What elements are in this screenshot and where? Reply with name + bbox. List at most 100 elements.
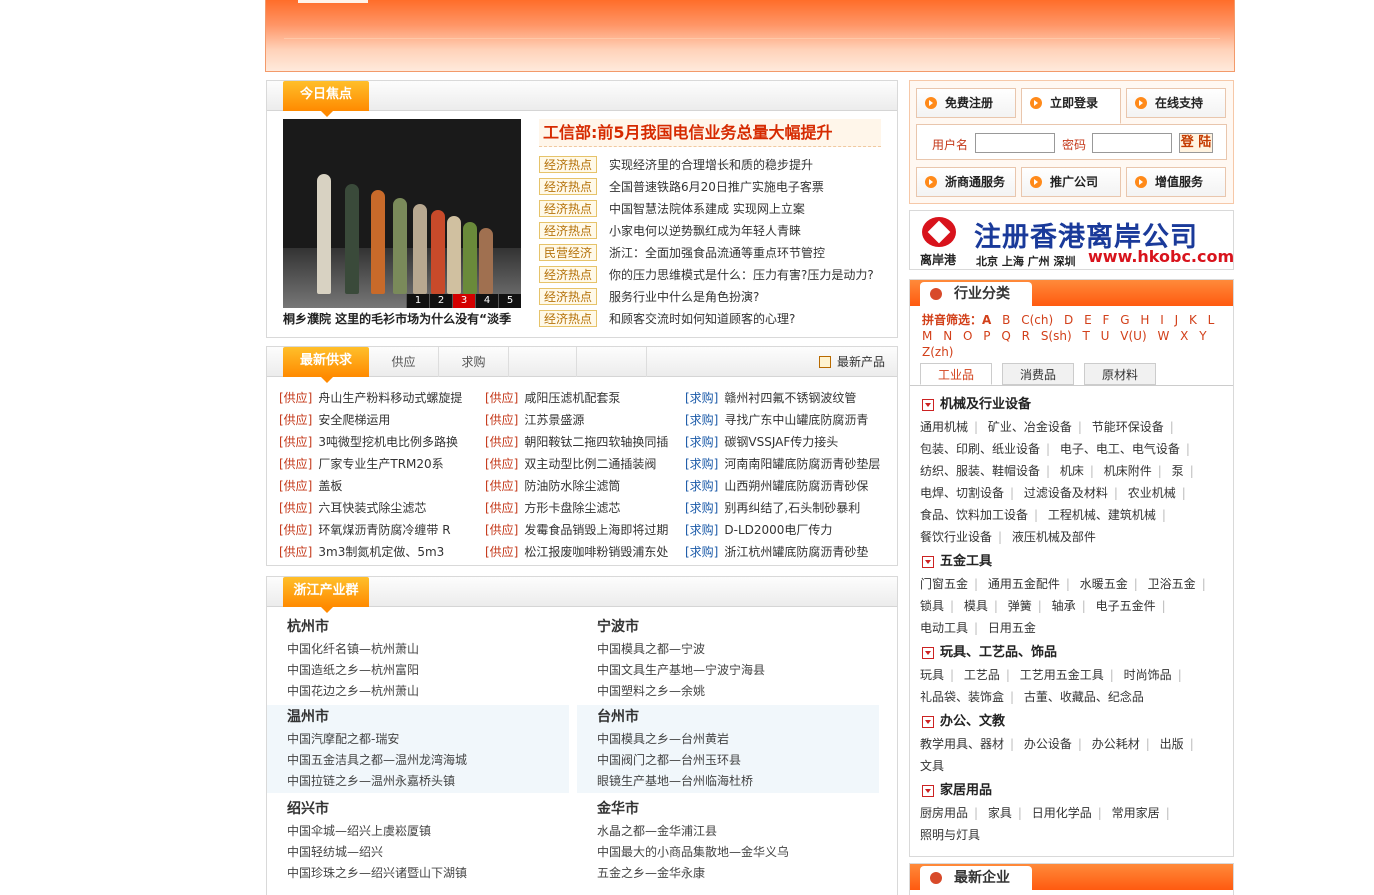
- pager-3[interactable]: 3: [452, 294, 475, 308]
- city-name[interactable]: 杭州市: [287, 615, 569, 639]
- city-name[interactable]: 绍兴市: [287, 797, 569, 821]
- pinyin-letter[interactable]: W: [1157, 329, 1169, 343]
- supply-tag[interactable]: [供应]: [485, 501, 518, 515]
- login-tab-button[interactable]: 立即登录: [1021, 88, 1121, 124]
- category-link[interactable]: 水暖五金: [1080, 577, 1128, 591]
- pager-2[interactable]: 2: [429, 294, 452, 308]
- city-cluster-link[interactable]: 中国造纸之乡—杭州富阳: [287, 660, 569, 681]
- news-tag[interactable]: 经济热点: [539, 222, 597, 239]
- pinyin-letter[interactable]: D: [1064, 313, 1073, 327]
- pinyin-letter[interactable]: X: [1180, 329, 1188, 343]
- photo-caption[interactable]: 桐乡濮院 这里的毛衫市场为什么没有“淡季: [283, 310, 521, 327]
- category-link[interactable]: 食品、饮料加工设备: [920, 508, 1028, 522]
- supply-tag[interactable]: [供应]: [279, 501, 312, 515]
- city-cluster-link[interactable]: 中国珍珠之乡—绍兴诸暨山下湖镇: [287, 863, 569, 884]
- pinyin-letter[interactable]: F: [1102, 313, 1109, 327]
- category-link[interactable]: 模具: [964, 599, 988, 613]
- promote-company-button[interactable]: 推广公司: [1021, 167, 1121, 197]
- supply-tag[interactable]: [供应]: [279, 479, 312, 493]
- supply-tag[interactable]: [供应]: [485, 523, 518, 537]
- pinyin-letter[interactable]: O: [963, 329, 972, 343]
- supply-title[interactable]: 3吨微型挖机电比例多路换: [318, 435, 458, 449]
- tab-consumer[interactable]: 消费品: [1002, 363, 1074, 385]
- pinyin-letter[interactable]: A: [982, 313, 991, 327]
- news-tag[interactable]: 经济热点: [539, 266, 597, 283]
- category-link[interactable]: 古董、收藏品、纪念品: [1024, 690, 1144, 704]
- pinyin-letter[interactable]: U: [1101, 329, 1110, 343]
- cluster-tab[interactable]: 浙江产业群: [283, 577, 369, 613]
- news-title[interactable]: 你的压力思维模式是什么：压力有害?压力是动力?: [609, 264, 874, 286]
- category-link[interactable]: 工艺用五金工具: [1020, 668, 1104, 682]
- category-link[interactable]: 餐饮行业设备: [920, 530, 992, 544]
- category-title[interactable]: 家居用品: [920, 780, 1226, 802]
- password-input[interactable]: [1092, 133, 1172, 153]
- city-cluster-link[interactable]: 中国拉链之乡—温州永嘉桥头镇: [287, 771, 569, 792]
- today-focus-tab[interactable]: 今日焦点: [283, 81, 369, 117]
- category-link[interactable]: 纺织、服装、鞋帽设备: [920, 464, 1040, 478]
- supply-tag[interactable]: [供应]: [485, 413, 518, 427]
- tab-supply[interactable]: 供应: [369, 347, 439, 377]
- pinyin-letter[interactable]: H: [1140, 313, 1149, 327]
- news-tag[interactable]: 经济热点: [539, 178, 597, 195]
- supply-tag[interactable]: [供应]: [485, 457, 518, 471]
- category-link[interactable]: 门窗五金: [920, 577, 968, 591]
- category-link[interactable]: 家具: [988, 806, 1012, 820]
- supply-title[interactable]: 河南南阳罐底防腐沥青砂垫层: [724, 457, 880, 471]
- pager-4[interactable]: 4: [475, 294, 498, 308]
- city-cluster-link[interactable]: 中国塑料之乡—余姚: [597, 681, 879, 702]
- category-link[interactable]: 节能环保设备: [1092, 420, 1164, 434]
- category-title[interactable]: 办公、文教: [920, 711, 1226, 733]
- category-link[interactable]: 卫浴五金: [1148, 577, 1196, 591]
- supply-title[interactable]: 安全爬梯运用: [318, 413, 390, 427]
- pinyin-letter[interactable]: M: [922, 329, 932, 343]
- news-title[interactable]: 全国普速铁路6月20日推广实施电子客票: [609, 176, 824, 198]
- category-link[interactable]: 液压机械及部件: [1012, 530, 1096, 544]
- category-link[interactable]: 农业机械: [1128, 486, 1176, 500]
- supply-title[interactable]: 方形卡盘除尘滤芯: [524, 501, 620, 515]
- supply-tag[interactable]: [供应]: [279, 545, 312, 559]
- category-title[interactable]: 运动、休闲: [920, 849, 1226, 850]
- supply-title[interactable]: 浙江杭州罐底防腐沥青砂垫: [724, 545, 868, 559]
- category-link[interactable]: 玩具: [920, 668, 944, 682]
- news-title[interactable]: 实现经济里的合理增长和质的稳步提升: [609, 154, 813, 176]
- pinyin-letter[interactable]: E: [1084, 313, 1092, 327]
- news-title[interactable]: 浙江：全面加强食品流通等重点环节管控: [609, 242, 825, 264]
- pinyin-letter[interactable]: K: [1189, 313, 1197, 327]
- news-title[interactable]: 服务行业中什么是角色扮演?: [609, 286, 759, 308]
- category-link[interactable]: 日用化学品: [1032, 806, 1092, 820]
- city-cluster-link[interactable]: 中国五金洁具之都—温州龙湾海城: [287, 750, 569, 771]
- pager-5[interactable]: 5: [498, 294, 521, 308]
- register-button[interactable]: 免费注册: [916, 88, 1016, 118]
- city-cluster-link[interactable]: 中国最大的小商品集散地—金华义乌: [597, 842, 879, 863]
- news-tag[interactable]: 经济热点: [539, 310, 597, 327]
- category-link[interactable]: 过滤设备及材料: [1024, 486, 1108, 500]
- supply-title[interactable]: D-LD2000电厂传力: [724, 523, 832, 537]
- pinyin-letter[interactable]: T: [1082, 329, 1089, 343]
- supply-title[interactable]: 山西朔州罐底防腐沥青砂保: [724, 479, 868, 493]
- pinyin-letter[interactable]: Q: [1001, 329, 1010, 343]
- category-title[interactable]: 玩具、工艺品、饰品: [920, 642, 1226, 664]
- category-link[interactable]: 通用五金配件: [988, 577, 1060, 591]
- city-cluster-link[interactable]: 中国轻纺城—绍兴: [287, 842, 569, 863]
- pager-1[interactable]: 1: [406, 294, 429, 308]
- zheshang-service-button[interactable]: 浙商通服务: [916, 167, 1016, 197]
- category-link[interactable]: 通用机械: [920, 420, 968, 434]
- supply-title[interactable]: 别再纠结了,石头制砂暴利: [724, 501, 860, 515]
- category-link[interactable]: 礼品袋、装饰盒: [920, 690, 1004, 704]
- supply-title[interactable]: 六耳快装式除尘滤芯: [318, 501, 426, 515]
- city-cluster-link[interactable]: 中国花边之乡—杭州萧山: [287, 681, 569, 702]
- supply-tag[interactable]: [求购]: [685, 501, 718, 515]
- supply-title[interactable]: 盖板: [318, 479, 342, 493]
- supply-title[interactable]: 咸阳压滤机配套泵: [524, 391, 620, 405]
- tab-industrial[interactable]: 工业品: [920, 363, 992, 385]
- supply-tag[interactable]: [供应]: [279, 413, 312, 427]
- city-cluster-link[interactable]: 中国模具之都—宁波: [597, 639, 879, 660]
- supply-tag[interactable]: [供应]: [485, 545, 518, 559]
- news-title[interactable]: 小家电何以逆势飘红成为年轻人青睐: [609, 220, 801, 242]
- tab-raw-material[interactable]: 原材料: [1084, 363, 1156, 385]
- pinyin-letter[interactable]: R: [1022, 329, 1030, 343]
- category-link[interactable]: 教学用具、器材: [920, 737, 1004, 751]
- supply-title[interactable]: 厂家专业生产TRM20系: [318, 457, 443, 471]
- supply-tag[interactable]: [求购]: [685, 391, 718, 405]
- city-cluster-link[interactable]: 中国伞城—绍兴上虞崧厦镇: [287, 821, 569, 842]
